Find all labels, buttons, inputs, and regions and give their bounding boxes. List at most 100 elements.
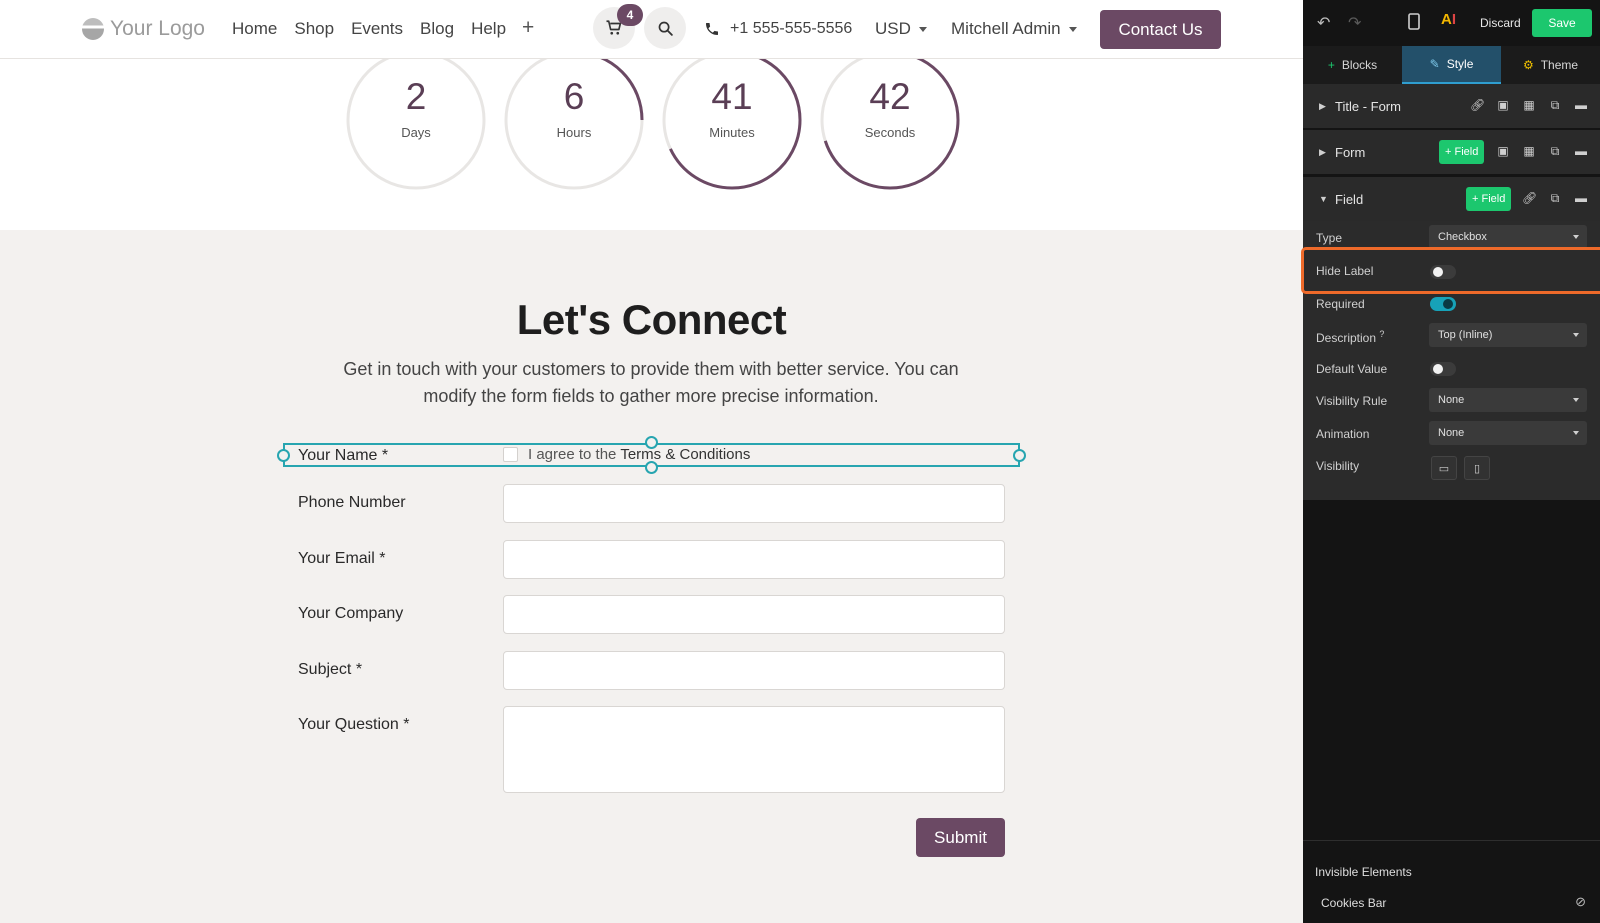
resize-handle-left[interactable] xyxy=(277,449,290,462)
required-toggle[interactable] xyxy=(1430,297,1456,311)
user-menu[interactable]: Mitchell Admin xyxy=(951,19,1077,39)
countdown-ring xyxy=(662,50,802,190)
nav-link-help[interactable]: Help xyxy=(471,19,506,39)
phone-link[interactable]: +1 555-555-5556 xyxy=(704,20,852,38)
trash-icon[interactable]: ▬ xyxy=(1574,98,1588,112)
nav-link-home[interactable]: Home xyxy=(232,19,277,39)
duplicate-icon[interactable]: ⧉ xyxy=(1548,191,1562,205)
description-select[interactable]: Top (Inline) xyxy=(1429,323,1587,347)
email-input[interactable] xyxy=(503,540,1005,579)
contact-us-button[interactable]: Contact Us xyxy=(1100,10,1221,49)
select-icon[interactable]: ▦ xyxy=(1522,98,1536,112)
section-field[interactable]: ▼ Field + Field 🔗︎ ⧉ ▬ xyxy=(1303,177,1600,221)
field-label-phone: Phone Number xyxy=(298,494,406,511)
tab-label: Style xyxy=(1446,57,1474,71)
hide-desktop-icon[interactable]: ▭ xyxy=(1431,456,1457,480)
type-value: Checkbox xyxy=(1438,231,1487,243)
cookies-bar-item[interactable]: Cookies Bar xyxy=(1321,896,1386,910)
trash-icon[interactable]: ▬ xyxy=(1574,144,1588,158)
search-button[interactable] xyxy=(644,7,686,49)
phone-input[interactable] xyxy=(503,484,1005,523)
user-name: Mitchell Admin xyxy=(951,19,1061,38)
phone-icon xyxy=(706,23,718,35)
field-label-your-name[interactable]: Your Name * xyxy=(298,447,388,465)
section-title-form[interactable]: ▶ Title - Form 🔗︎ ▣ ▦ ⧉ ▬ xyxy=(1303,84,1600,128)
editor-panel: ↶ ↷ AI Discard Save + Blocks ✎ Style ⚙ T… xyxy=(1303,0,1600,923)
tab-blocks[interactable]: + Blocks xyxy=(1303,46,1402,84)
invisible-elements: Invisible Elements Cookies Bar ⊘ xyxy=(1303,840,1600,923)
plus-icon: + xyxy=(1327,58,1335,72)
page-subtitle[interactable]: Get in touch with your customers to prov… xyxy=(316,356,986,410)
default-value-toggle[interactable] xyxy=(1430,362,1456,376)
animation-select[interactable]: None xyxy=(1429,421,1587,445)
save-snippet-icon[interactable]: ▣ xyxy=(1496,98,1510,112)
help-icon[interactable]: ? xyxy=(1379,329,1384,339)
duplicate-icon[interactable]: ⧉ xyxy=(1548,98,1562,112)
editor-tabs: + Blocks ✎ Style ⚙ Theme xyxy=(1303,46,1600,84)
subject-input[interactable] xyxy=(503,651,1005,690)
countdown-value: 2 xyxy=(405,76,427,117)
countdown-unit: Seconds xyxy=(864,125,916,140)
duplicate-icon[interactable]: ⧉ xyxy=(1548,144,1562,158)
eye-slash-icon[interactable]: ⊘ xyxy=(1575,894,1586,910)
nav-link-shop[interactable]: Shop xyxy=(294,19,334,39)
caret-down-icon: ▼ xyxy=(1319,194,1328,204)
section-title: Field xyxy=(1335,191,1364,207)
select-icon[interactable]: ▦ xyxy=(1522,144,1536,158)
nav-link-events[interactable]: Events xyxy=(351,19,403,39)
field-label-subject: Subject * xyxy=(298,661,363,678)
countdown-value: 42 xyxy=(869,76,911,117)
terms-link[interactable]: Terms & Conditions xyxy=(620,446,750,463)
resize-handle-right[interactable] xyxy=(1013,449,1026,462)
countdown-value: 6 xyxy=(563,76,585,117)
cart-button[interactable]: 4 xyxy=(593,4,643,49)
submit-button[interactable]: Submit xyxy=(916,818,1005,857)
countdown-unit: Minutes xyxy=(709,125,755,140)
countdown-unit: Days xyxy=(401,125,431,140)
chevron-down-icon xyxy=(1573,235,1579,239)
chevron-down-icon xyxy=(1573,333,1579,337)
trash-icon[interactable]: ▬ xyxy=(1574,191,1588,205)
animation-label: Animation xyxy=(1316,427,1370,441)
animation-value: None xyxy=(1438,427,1465,439)
undo-icon[interactable]: ↶ xyxy=(1317,13,1330,33)
ai-icon[interactable]: AI xyxy=(1441,11,1456,28)
visibility-rule-select[interactable]: None xyxy=(1429,388,1587,412)
discard-button[interactable]: Discard xyxy=(1480,16,1521,30)
visibility-rule-value: None xyxy=(1438,394,1465,406)
terms-checkbox-row[interactable]: I agree to the Terms & Conditions xyxy=(503,446,750,463)
link-icon[interactable]: 🔗︎ xyxy=(1470,98,1485,112)
add-field-button[interactable]: + Field xyxy=(1466,187,1512,211)
currency-dropdown[interactable]: USD xyxy=(875,19,927,39)
section-form[interactable]: ▶ Form + Field ▣ ▦ ⧉ ▬ xyxy=(1303,130,1600,174)
question-textarea[interactable] xyxy=(503,706,1005,793)
hide-mobile-icon[interactable]: ▯ xyxy=(1464,456,1490,480)
required-label: Required xyxy=(1316,297,1365,311)
tab-style[interactable]: ✎ Style xyxy=(1402,46,1501,84)
nav-link-blog[interactable]: Blog xyxy=(420,19,454,39)
add-field-button[interactable]: + Field xyxy=(1439,140,1485,164)
field-label-company: Your Company xyxy=(298,605,404,622)
tab-theme[interactable]: ⚙ Theme xyxy=(1501,46,1600,84)
logo-text: Your Logo xyxy=(110,17,205,40)
section-title: Form xyxy=(1335,144,1366,160)
editor-topbar: ↶ ↷ AI Discard Save xyxy=(1303,0,1600,46)
chevron-down-icon xyxy=(1068,26,1077,32)
save-snippet-icon[interactable]: ▣ xyxy=(1496,144,1510,158)
type-select[interactable]: Checkbox xyxy=(1429,225,1587,249)
countdown-value: 41 xyxy=(711,76,753,117)
logo[interactable]: Your Logo xyxy=(82,17,205,41)
link-icon[interactable]: 🔗︎ xyxy=(1522,191,1537,205)
redo-icon[interactable]: ↷ xyxy=(1348,13,1361,33)
save-button[interactable]: Save xyxy=(1532,9,1592,37)
company-input[interactable] xyxy=(503,595,1005,634)
countdown-unit: Hours xyxy=(556,125,592,140)
chevron-down-icon xyxy=(918,26,927,32)
countdown-ring xyxy=(346,50,486,190)
add-menu-item-button[interactable]: + xyxy=(522,16,534,40)
page-title[interactable]: Let's Connect xyxy=(0,296,1303,344)
terms-checkbox[interactable] xyxy=(503,447,518,462)
mobile-preview-icon[interactable] xyxy=(1408,13,1420,35)
hide-label-toggle[interactable] xyxy=(1430,265,1456,279)
chevron-down-icon xyxy=(1573,398,1579,402)
